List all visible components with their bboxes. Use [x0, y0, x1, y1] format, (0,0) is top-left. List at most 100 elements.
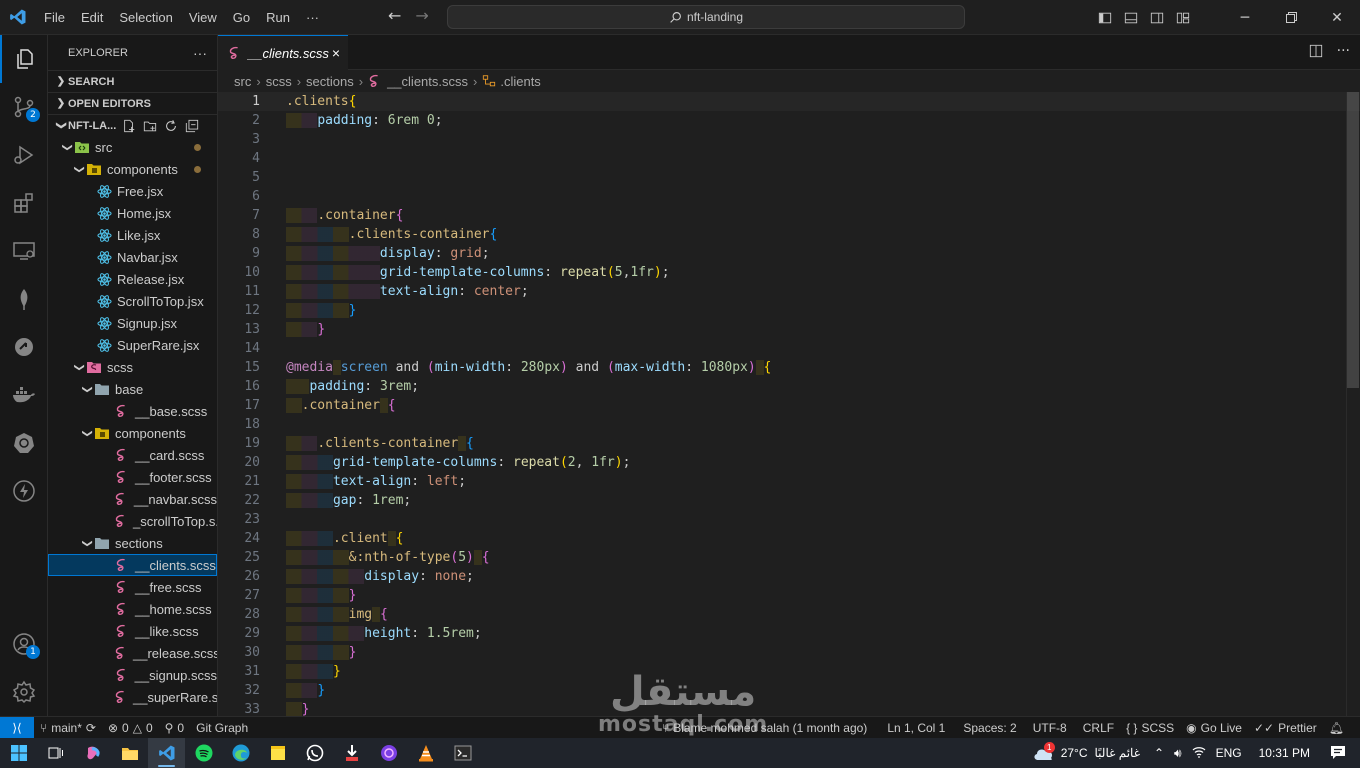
breadcrumb-file[interactable]: __clients.scss: [387, 74, 468, 89]
tree-item[interactable]: __navbar.scss: [48, 488, 217, 510]
tree-item[interactable]: ❯ components: [48, 422, 217, 444]
tree-item[interactable]: ❯ scss: [48, 356, 217, 378]
extensions-icon[interactable]: [0, 179, 48, 227]
download-manager-icon[interactable]: [333, 738, 370, 768]
editor-scrollbar[interactable]: [1346, 92, 1360, 716]
terminal-icon[interactable]: [444, 738, 481, 768]
status-eol[interactable]: CRLF: [1077, 721, 1120, 735]
tree-item[interactable]: __footer.scss: [48, 466, 217, 488]
toggle-primary-sidebar-icon[interactable]: [1092, 0, 1118, 35]
tree-item[interactable]: ❯ base: [48, 378, 217, 400]
restore-icon[interactable]: [1268, 0, 1314, 35]
split-editor-icon[interactable]: [1309, 44, 1323, 58]
sticky-notes-icon[interactable]: [259, 738, 296, 768]
weather-widget[interactable]: 1 27°C غائم غالبًا: [1027, 742, 1149, 762]
tree-item[interactable]: __home.scss: [48, 598, 217, 620]
whatsapp-icon[interactable]: [296, 738, 333, 768]
status-blame[interactable]: ⑂ Blame mohmed salah (1 month ago): [656, 721, 873, 735]
wifi-icon[interactable]: [1187, 746, 1211, 761]
breadcrumb-sections[interactable]: sections: [306, 74, 354, 89]
tree-item[interactable]: ❯ src: [48, 136, 217, 158]
clock[interactable]: 10:31 PM: [1247, 746, 1322, 760]
status-encoding[interactable]: UTF-8: [1027, 721, 1073, 735]
project-section-header[interactable]: ❯ NFT-LA...: [48, 114, 217, 136]
manage-gear-icon[interactable]: [0, 668, 48, 716]
spotify-icon[interactable]: [185, 738, 222, 768]
customize-layout-icon[interactable]: [1170, 0, 1196, 35]
status-go-live[interactable]: ◉ Go Live: [1180, 721, 1248, 735]
new-file-icon[interactable]: [122, 119, 136, 133]
scrollbar-thumb[interactable]: [1347, 92, 1359, 388]
tree-item[interactable]: Release.jsx: [48, 268, 217, 290]
status-cursor-position[interactable]: Ln 1, Col 1: [881, 721, 951, 735]
back-arrow-icon[interactable]: ←: [388, 6, 401, 25]
tree-item[interactable]: __base.scss: [48, 400, 217, 422]
tree-item[interactable]: Navbar.jsx: [48, 246, 217, 268]
tree-item[interactable]: _scrollToTop.s...: [48, 510, 217, 532]
tree-item[interactable]: SuperRare.jsx: [48, 334, 217, 356]
command-center-search[interactable]: nft-landing: [447, 5, 965, 29]
task-view-icon[interactable]: [37, 738, 74, 768]
search-section-header[interactable]: ❯ SEARCH: [48, 70, 217, 92]
media-player-icon[interactable]: [370, 738, 407, 768]
tree-item[interactable]: ❯ components: [48, 158, 217, 180]
status-language[interactable]: { } SCSS: [1120, 721, 1180, 735]
remote-explorer-icon[interactable]: [0, 227, 48, 275]
tree-item[interactable]: __clients.scss: [48, 554, 217, 576]
toggle-panel-icon[interactable]: [1118, 0, 1144, 35]
edge-browser-icon[interactable]: [222, 738, 259, 768]
menu-more[interactable]: ···: [298, 0, 327, 35]
status-prettier[interactable]: ✓✓ Prettier: [1248, 721, 1323, 735]
tree-item[interactable]: Signup.jsx: [48, 312, 217, 334]
tree-item[interactable]: __superRare.s...: [48, 686, 217, 708]
breadcrumb-scss[interactable]: scss: [266, 74, 292, 89]
gitlens-icon[interactable]: [0, 323, 48, 371]
explorer-more-icon[interactable]: ···: [193, 45, 207, 61]
menu-selection[interactable]: Selection: [111, 0, 180, 35]
status-problems[interactable]: ⊗ 0 △ 0: [102, 721, 159, 735]
open-editors-section-header[interactable]: ❯ OPEN EDITORS: [48, 92, 217, 114]
new-folder-icon[interactable]: [143, 119, 157, 133]
source-control-icon[interactable]: 2: [0, 83, 48, 131]
tree-item[interactable]: ❯ sections: [48, 532, 217, 554]
explorer-icon[interactable]: [0, 35, 48, 83]
toggle-secondary-sidebar-icon[interactable]: [1144, 0, 1170, 35]
tree-item[interactable]: __card.scss: [48, 444, 217, 466]
collapse-all-icon[interactable]: [185, 119, 199, 133]
status-indentation[interactable]: Spaces: 2: [957, 721, 1022, 735]
notification-center-icon[interactable]: [1322, 744, 1360, 763]
tree-item[interactable]: Free.jsx: [48, 180, 217, 202]
tab-close-icon[interactable]: ×: [332, 45, 340, 61]
breadcrumb-symbol[interactable]: .clients: [500, 74, 540, 89]
refresh-icon[interactable]: [164, 119, 178, 133]
chevron-up-icon[interactable]: ⌃: [1149, 746, 1169, 760]
vlc-icon[interactable]: [407, 738, 444, 768]
run-debug-icon[interactable]: [0, 131, 48, 179]
remote-indicator-icon[interactable]: ⟩⟨: [0, 716, 34, 739]
vscode-taskbar-icon[interactable]: [148, 738, 185, 768]
tree-item[interactable]: __free.scss: [48, 576, 217, 598]
status-git-graph[interactable]: Git Graph: [190, 721, 254, 735]
status-ports[interactable]: ⚲ 0: [159, 721, 190, 735]
tree-item[interactable]: Home.jsx: [48, 202, 217, 224]
copilot-icon[interactable]: [74, 738, 111, 768]
code-editor[interactable]: 1 .clients{2 padding: 6rem 0; 3 4 5 6 7 .conta…: [218, 92, 1360, 716]
editor-more-icon[interactable]: ···: [1337, 44, 1350, 58]
file-explorer-icon[interactable]: [111, 738, 148, 768]
windows-start-icon[interactable]: [0, 738, 37, 768]
menu-view[interactable]: View: [181, 0, 225, 35]
close-window-icon[interactable]: ✕: [1314, 0, 1360, 35]
forward-arrow-icon[interactable]: →: [415, 6, 428, 25]
tree-item[interactable]: Like.jsx: [48, 224, 217, 246]
breadcrumb-src[interactable]: src: [234, 74, 251, 89]
menu-edit[interactable]: Edit: [73, 0, 111, 35]
menu-go[interactable]: Go: [225, 0, 258, 35]
mongodb-icon[interactable]: [0, 275, 48, 323]
speaker-icon[interactable]: 🔊︎: [1169, 746, 1187, 761]
menu-file[interactable]: File: [36, 0, 73, 35]
status-branch[interactable]: ⑂ main* ⟳: [34, 721, 102, 735]
tree-item[interactable]: __signup.scss: [48, 664, 217, 686]
thunder-client-icon[interactable]: [0, 467, 48, 515]
input-language[interactable]: ENG: [1211, 746, 1247, 760]
tab-clients-scss[interactable]: __clients.scss ×: [218, 35, 348, 70]
